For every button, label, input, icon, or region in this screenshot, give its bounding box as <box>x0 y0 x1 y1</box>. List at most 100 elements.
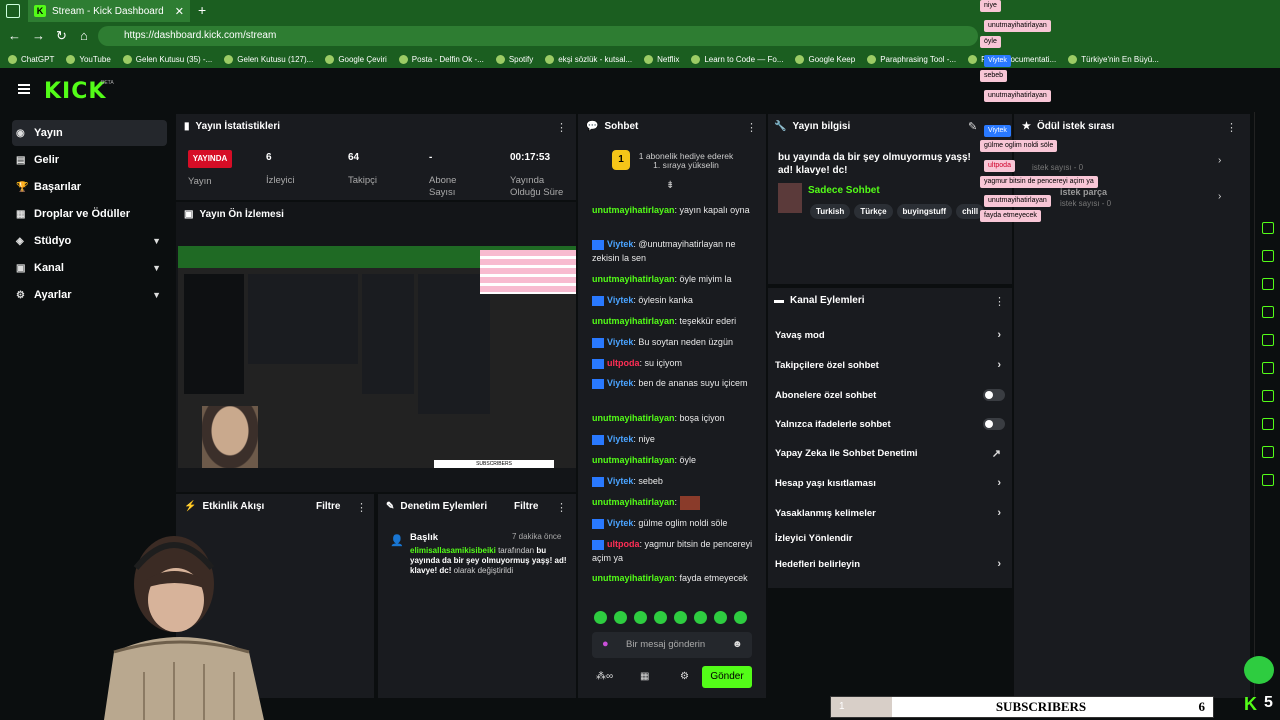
action-subscribers-only[interactable]: Abonelere özel sohbet <box>775 381 1007 409</box>
quick-action-icon[interactable] <box>1262 306 1274 318</box>
action-banned-words[interactable]: Yasaklanmış kelimeler › <box>775 499 1007 527</box>
emote-icon[interactable] <box>734 611 747 624</box>
chat-menu-icon[interactable]: ⋮ <box>746 121 757 134</box>
chevron-right-icon[interactable]: › <box>1218 155 1221 166</box>
quick-action-icon[interactable] <box>1262 250 1274 262</box>
sidebar-item-basarilar[interactable]: 🏆 Başarılar <box>12 174 167 200</box>
close-tab-icon[interactable]: ✕ <box>175 5 184 18</box>
chat-username[interactable]: unutmayihatirlayan <box>592 573 675 583</box>
sidebar-item-ayarlar[interactable]: ⚙ Ayarlar ▼ <box>12 282 167 308</box>
moderation-filter-button[interactable]: Filtre <box>514 501 538 512</box>
pin-icon[interactable]: ⇟ <box>666 180 674 191</box>
emoji-icon[interactable]: ☻ <box>732 639 743 650</box>
emote-icon[interactable] <box>634 611 647 624</box>
chevron-right-icon[interactable]: › <box>1218 191 1221 202</box>
bookmark-item[interactable]: Learn to Code — Fo... <box>691 54 783 64</box>
stats-menu-icon[interactable]: ⋮ <box>556 121 567 134</box>
sidebar-item-studyo[interactable]: ◈ Stüdyo ▼ <box>12 228 167 254</box>
chat-username[interactable]: Viytek <box>607 476 633 486</box>
store-icon[interactable]: ▦ <box>640 671 649 682</box>
emote-icon[interactable] <box>694 611 707 624</box>
bookmark-item[interactable]: Gelen Kutusu (127)... <box>224 54 313 64</box>
sidebar-item-kanal[interactable]: ▣ Kanal ▼ <box>12 255 167 281</box>
chat-username[interactable]: unutmayihatirlayan <box>592 497 675 507</box>
bookmark-item[interactable]: ChatGPT <box>8 54 54 64</box>
bookmark-item[interactable]: Google Keep <box>795 54 855 64</box>
quick-action-icon[interactable] <box>1262 278 1274 290</box>
chat-username[interactable]: unutmayihatirlayan <box>592 316 675 326</box>
moderation-user[interactable]: elimisallasamikisibeiki <box>410 546 496 555</box>
activity-menu-icon[interactable]: ⋮ <box>356 501 367 514</box>
chat-username[interactable]: Viytek <box>607 434 633 444</box>
sidebar-item-gelir[interactable]: ▤ Gelir <box>12 147 167 173</box>
subscribers-only-toggle[interactable] <box>983 389 1005 401</box>
back-icon[interactable]: ← <box>8 28 21 43</box>
category-name[interactable]: Sadece Sohbet <box>808 185 880 196</box>
edit-pencil-icon[interactable]: ✎ <box>968 120 977 133</box>
action-ai-moderation[interactable]: Yapay Zeka ile Sohbet Denetimi ↗ <box>775 439 1007 467</box>
action-goals[interactable]: Hedefleri belirleyin › <box>775 550 1007 578</box>
chat-username[interactable]: Viytek <box>607 378 633 388</box>
chat-username[interactable]: Viytek <box>607 337 633 347</box>
bookmark-item[interactable]: Paraphrasing Tool -... <box>867 54 956 64</box>
moderation-menu-icon[interactable]: ⋮ <box>556 501 567 514</box>
bookmark-item[interactable]: Posta - Delfin Ok -... <box>398 54 484 64</box>
menu-icon[interactable] <box>18 84 30 94</box>
quick-action-icon[interactable] <box>1262 390 1274 402</box>
emote-icon[interactable] <box>714 611 727 624</box>
stream-preview-video[interactable]: SUBSCRIBERS <box>178 246 576 468</box>
bookmark-item[interactable]: Flutter documentati... <box>968 54 1056 64</box>
reload-icon[interactable]: ↻ <box>56 28 67 44</box>
quick-action-icon[interactable] <box>1262 222 1274 234</box>
home-icon[interactable]: ⌂ <box>80 28 88 43</box>
bookmark-item[interactable]: YouTube <box>66 54 111 64</box>
emotes-only-toggle[interactable] <box>983 418 1005 430</box>
chat-username[interactable]: ultpoda <box>607 358 640 368</box>
chat-username[interactable]: unutmayihatirlayan <box>592 274 675 284</box>
gift-promo[interactable]: 1 abonelik hediye ederek 1. sıraya yüksel… <box>636 152 736 170</box>
activity-filter-button[interactable]: Filtre <box>316 501 340 512</box>
window-menu-icon[interactable] <box>6 4 20 18</box>
forward-icon[interactable]: → <box>32 28 45 43</box>
quick-action-icon[interactable] <box>1262 334 1274 346</box>
chat-settings-icon[interactable]: ⚙ <box>680 671 689 682</box>
url-input[interactable]: https://dashboard.kick.com/stream <box>98 26 978 46</box>
bookmark-item[interactable]: Google Çeviri <box>325 54 387 64</box>
quick-action-icon[interactable] <box>1262 446 1274 458</box>
channel-actions-menu-icon[interactable]: ⋮ <box>994 295 1005 308</box>
chat-username[interactable]: Viytek <box>607 295 633 305</box>
emote-icon[interactable] <box>674 611 687 624</box>
bookmark-item[interactable]: Netflix <box>644 54 679 64</box>
new-tab-icon[interactable]: + <box>198 2 206 18</box>
bookmark-item[interactable]: ekşi sözlük - kutsal... <box>545 54 632 64</box>
kick-logo[interactable]: KICK <box>44 79 106 104</box>
chat-username[interactable]: unutmayihatirlayan <box>592 205 675 215</box>
infinity-icon[interactable]: ⁂∞ <box>596 671 613 682</box>
emote-icon[interactable] <box>614 611 627 624</box>
send-button[interactable]: Gönder <box>702 666 752 688</box>
emote-icon[interactable] <box>594 611 607 624</box>
sidebar-item-droplar[interactable]: ▦ Droplar ve Ödüller <box>12 201 167 227</box>
bookmark-item[interactable]: Spotify <box>495 54 533 64</box>
browser-tab[interactable]: K Stream - Kick Dashboard ✕ <box>28 0 190 22</box>
reward-item-2[interactable]: istek parça <box>1060 187 1107 197</box>
chat-username[interactable]: Viytek <box>607 518 633 528</box>
chat-input[interactable]: Bir mesaj gönderin <box>592 632 752 658</box>
chat-username[interactable]: ultpoda <box>607 539 640 549</box>
bookmark-item[interactable]: Türkiye'nin En Büyü... <box>1068 54 1159 64</box>
chat-username[interactable]: unutmayihatirlayan <box>592 455 675 465</box>
quick-action-icon[interactable] <box>1262 362 1274 374</box>
chat-username[interactable]: unutmayihatirlayan <box>592 413 675 423</box>
reward-menu-icon[interactable]: ⋮ <box>1226 121 1237 134</box>
sidebar-item-yayin[interactable]: ◉ Yayın <box>12 120 167 146</box>
action-account-age[interactable]: Hesap yaşı kısıtlaması › <box>775 469 1007 497</box>
quick-action-icon[interactable] <box>1262 474 1274 486</box>
action-slow-mode[interactable]: Yavaş mod › <box>775 321 1007 349</box>
mic-icon[interactable]: ● <box>602 638 609 650</box>
emote-icon[interactable] <box>654 611 667 624</box>
bookmark-item[interactable]: Gelen Kutusu (35) -... <box>122 54 212 64</box>
chat-username[interactable]: Viytek <box>607 239 633 249</box>
quick-action-icon[interactable] <box>1262 418 1274 430</box>
action-raid[interactable]: İzleyici Yönlendir <box>775 524 1007 552</box>
action-emotes-only[interactable]: Yalnızca ifadelerle sohbet <box>775 410 1007 438</box>
